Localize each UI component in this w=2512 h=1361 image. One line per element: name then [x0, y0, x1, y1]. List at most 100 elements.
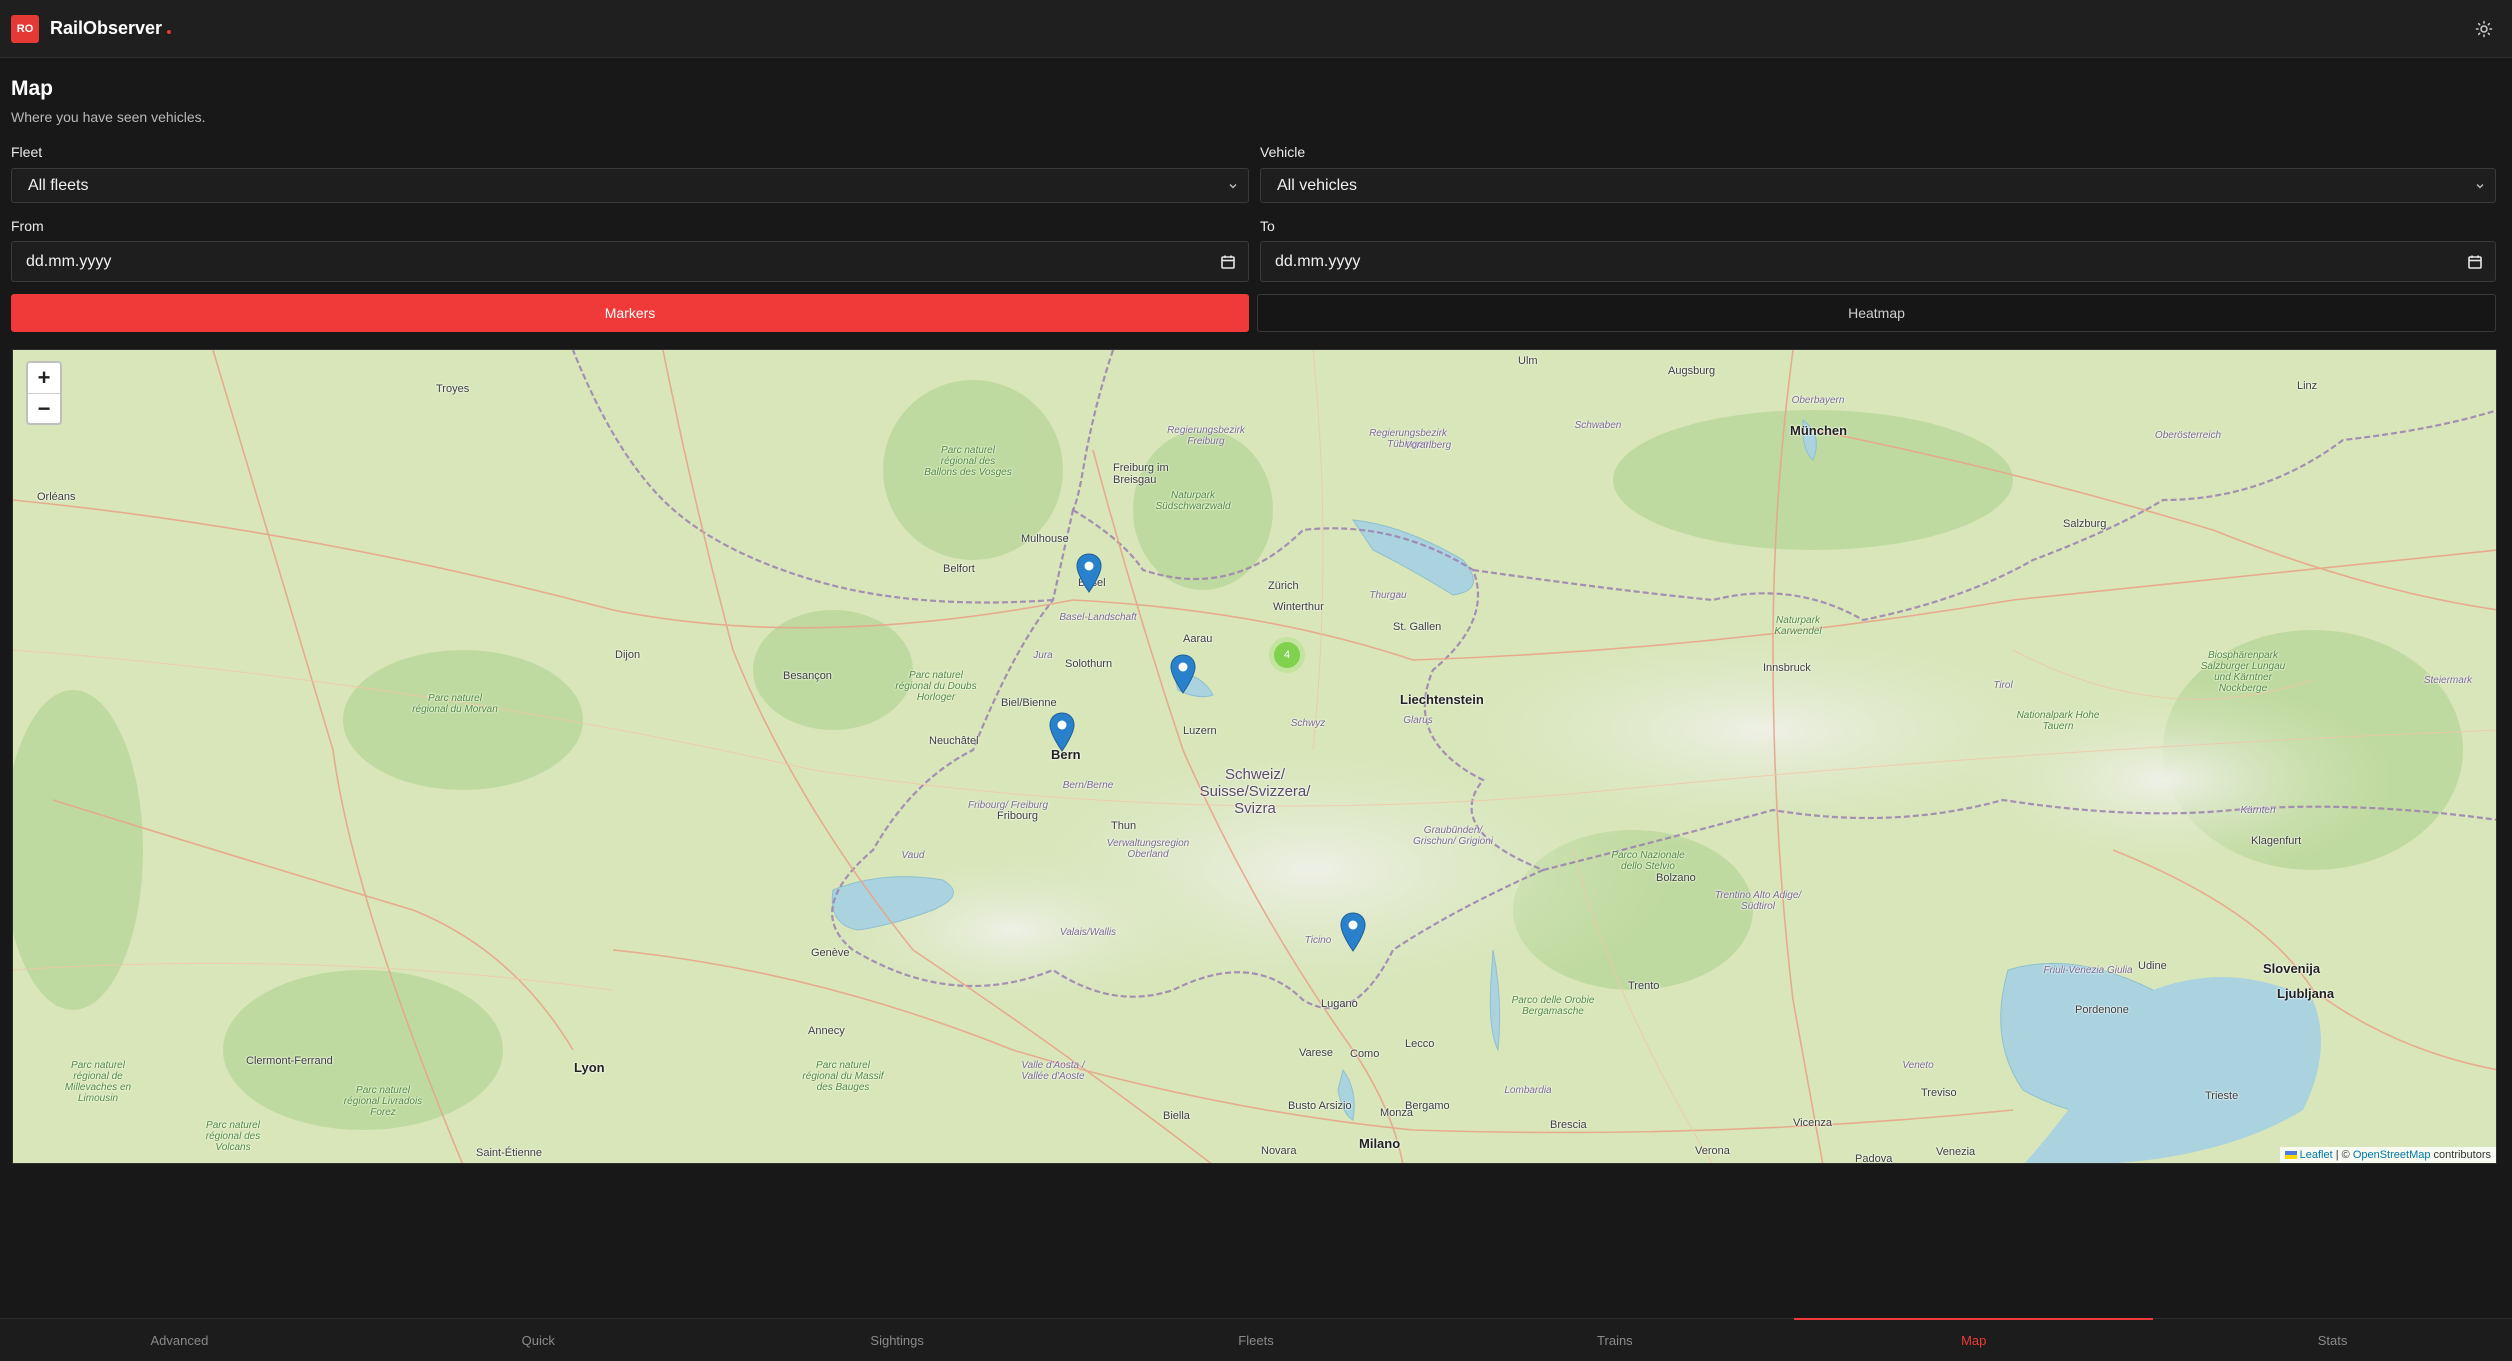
- place-label: Bolzano: [1656, 872, 1696, 884]
- nav-quick[interactable]: Quick: [359, 1319, 718, 1361]
- map-marker[interactable]: [1049, 712, 1075, 752]
- park-label: Parc naturel régional de Millevaches en …: [64, 1060, 132, 1104]
- vehicle-select-value: All vehicles: [1277, 176, 1358, 194]
- place-label: Lecco: [1405, 1038, 1435, 1050]
- to-label: To: [1260, 218, 1275, 234]
- park-label: Naturpark Südschwarzwald: [1155, 490, 1231, 512]
- place-label: Freiburg im Breisgau: [1113, 462, 1169, 486]
- map-pin-icon: [1340, 912, 1366, 952]
- from-date-input[interactable]: dd.mm.yyyy: [11, 241, 1249, 282]
- place-label: Monza: [1380, 1107, 1414, 1119]
- place-label: Innsbruck: [1763, 662, 1811, 674]
- place-label: Slovenija: [2263, 961, 2321, 976]
- region-label: Friuli-Venezia Giulia: [2043, 965, 2133, 976]
- map-pin-icon: [1049, 712, 1075, 752]
- zoom-control: + −: [26, 361, 62, 425]
- nav-trains[interactable]: Trains: [1435, 1319, 1794, 1361]
- place-label: St. Gallen: [1393, 621, 1442, 633]
- region-label: Jura: [1033, 650, 1053, 661]
- region-label: Veneto: [1902, 1060, 1934, 1071]
- region-label: Oberösterreich: [2154, 430, 2222, 441]
- park-label: Parc naturel régional du Massif des Baug…: [802, 1060, 884, 1093]
- app-logo[interactable]: RO: [11, 14, 39, 43]
- place-label: Busto Arsizio: [1288, 1100, 1352, 1112]
- fleet-select-value: All fleets: [28, 176, 89, 194]
- chevron-down-icon: [1229, 183, 1237, 188]
- app-header: RO RailObserver: [0, 0, 2512, 58]
- place-label: Linz: [2297, 380, 2318, 392]
- park-label: Parc naturel régional Livradois Forez: [343, 1085, 423, 1118]
- place-label: Besançon: [783, 670, 832, 682]
- place-label: Venezia: [1936, 1146, 1976, 1158]
- place-label: Biel/Bienne: [1001, 697, 1057, 709]
- nav-sightings[interactable]: Sightings: [718, 1319, 1077, 1361]
- ukraine-flag-icon: [2284, 1151, 2297, 1160]
- place-label: Ljubljana: [2277, 986, 2335, 1001]
- osm-link[interactable]: OpenStreetMap: [2353, 1149, 2431, 1161]
- map-marker[interactable]: [1076, 553, 1102, 593]
- sightings-map[interactable]: München Bern Basel Zürich Winterthur Luz…: [12, 349, 2497, 1164]
- place-label: Orléans: [37, 491, 76, 503]
- app-name[interactable]: RailObserver: [50, 18, 162, 39]
- theme-toggle-button[interactable]: [2472, 17, 2496, 41]
- place-label: Liechtenstein: [1400, 692, 1484, 707]
- nav-stats[interactable]: Stats: [2153, 1319, 2512, 1361]
- place-label: Trieste: [2205, 1090, 2239, 1102]
- page-subtitle: Where you have seen vehicles.: [11, 109, 206, 125]
- map-pin-icon: [1076, 553, 1102, 593]
- park-label: Parc naturel régional des Ballons des Vo…: [924, 445, 1012, 478]
- region-label: Thurgau: [1369, 590, 1407, 601]
- place-label: Genève: [811, 947, 850, 959]
- region-label: Bern/Berne: [1062, 780, 1114, 791]
- place-label: Belfort: [943, 563, 975, 575]
- place-label: Winterthur: [1273, 601, 1324, 613]
- region-label: Steiermark: [2423, 675, 2473, 686]
- fleet-select[interactable]: All fleets: [11, 168, 1249, 203]
- region-label: Oberbayern: [1791, 395, 1845, 406]
- region-label: Schwaben: [1574, 420, 1622, 431]
- marker-cluster[interactable]: 4: [1269, 637, 1305, 673]
- calendar-icon[interactable]: [2467, 254, 2483, 270]
- attribution-suffix: contributors: [2430, 1149, 2491, 1161]
- place-label: Augsburg: [1668, 365, 1716, 377]
- place-label: Saint-Étienne: [476, 1147, 543, 1159]
- region-label: Vaud: [901, 850, 925, 861]
- vehicle-label: Vehicle: [1260, 144, 1306, 160]
- map-attribution: Leaflet | © OpenStreetMap contributors: [2279, 1147, 2496, 1163]
- map-pin-icon: [1170, 654, 1196, 694]
- from-label: From: [11, 218, 44, 234]
- calendar-icon[interactable]: [1220, 254, 1236, 270]
- zoom-out-button[interactable]: −: [28, 393, 60, 423]
- vehicle-select[interactable]: All vehicles: [1260, 168, 2496, 203]
- park-label: Parc naturel régional du Doubs Horloger: [895, 670, 977, 703]
- place-label: Como: [1350, 1048, 1380, 1060]
- marker-cluster-count: 4: [1274, 642, 1300, 668]
- nav-map[interactable]: Map: [1794, 1318, 2154, 1361]
- to-date-input[interactable]: dd.mm.yyyy: [1260, 241, 2496, 282]
- park-label: Parc naturel régional du Morvan: [412, 693, 498, 715]
- map-tiles: [13, 350, 2496, 1163]
- chevron-down-icon: [2476, 183, 2484, 188]
- bottom-nav: Advanced Quick Sightings Fleets Trains M…: [0, 1318, 2512, 1361]
- place-label: Lugano: [1321, 998, 1358, 1010]
- place-label: Thun: [1111, 820, 1137, 832]
- page-title: Map: [11, 77, 53, 100]
- map-marker[interactable]: [1170, 654, 1196, 694]
- place-label: Ulm: [1518, 355, 1538, 367]
- park-label: Parc naturel régional des Volcans: [205, 1120, 261, 1153]
- place-label: München: [1790, 423, 1848, 438]
- nav-advanced[interactable]: Advanced: [0, 1319, 359, 1361]
- markers-mode-button[interactable]: Markers: [11, 294, 1249, 332]
- zoom-in-button[interactable]: +: [28, 363, 60, 393]
- leaflet-link[interactable]: Leaflet: [2300, 1149, 2333, 1161]
- region-label: Tirol: [1993, 680, 2013, 691]
- place-label: Udine: [2138, 960, 2167, 972]
- fleet-label: Fleet: [11, 144, 43, 160]
- region-label: Trentino Alto Adige/ Südtirol: [1714, 890, 1802, 912]
- heatmap-mode-button[interactable]: Heatmap: [1257, 294, 2496, 332]
- nav-fleets[interactable]: Fleets: [1077, 1319, 1436, 1361]
- map-marker[interactable]: [1340, 912, 1366, 952]
- place-label: Brescia: [1550, 1119, 1587, 1131]
- place-label: Varese: [1299, 1047, 1334, 1059]
- place-label: Clermont-Ferrand: [246, 1055, 333, 1067]
